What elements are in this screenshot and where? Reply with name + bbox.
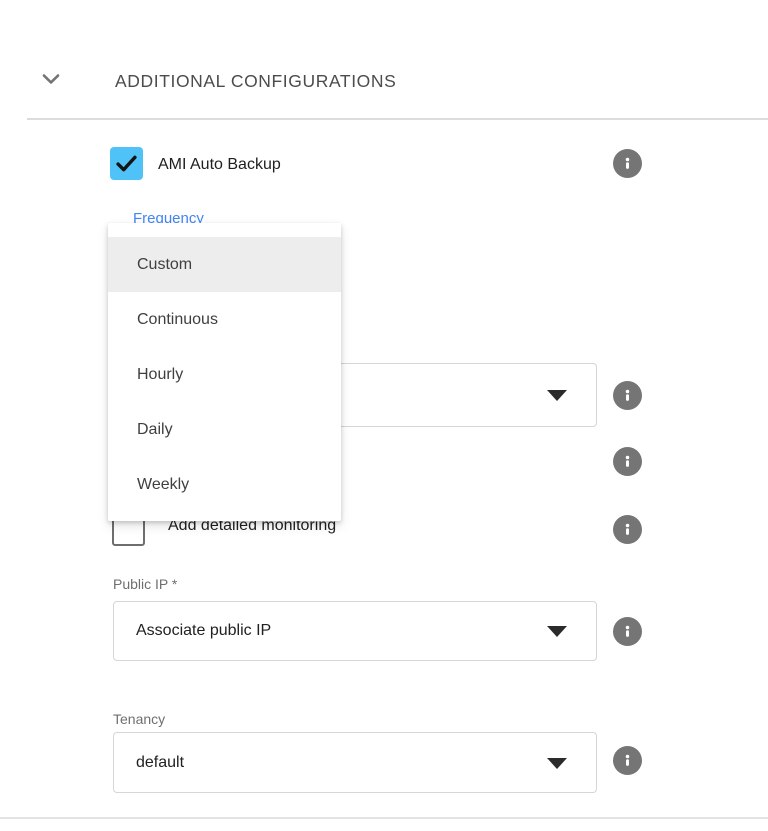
section-title: ADDITIONAL CONFIGURATIONS bbox=[115, 71, 396, 91]
info-icon-hidden-row[interactable] bbox=[613, 447, 642, 476]
menu-item-custom[interactable]: Custom bbox=[108, 237, 341, 292]
public-ip-field-label: Public IP * bbox=[113, 575, 177, 593]
menu-item-daily[interactable]: Daily bbox=[108, 402, 341, 457]
menu-item-continuous[interactable]: Continuous bbox=[108, 292, 341, 347]
section-divider bbox=[27, 118, 768, 120]
tenancy-select[interactable]: default bbox=[113, 732, 597, 793]
public-ip-select[interactable]: Associate public IP bbox=[113, 601, 597, 661]
triangle-down-icon bbox=[547, 758, 567, 769]
ami-auto-backup-checkbox[interactable] bbox=[110, 147, 143, 180]
info-icon-tenancy[interactable] bbox=[613, 746, 642, 775]
section-collapse-chevron-button[interactable] bbox=[38, 66, 64, 92]
menu-item-weekly[interactable]: Weekly bbox=[108, 457, 341, 512]
additional-configurations-panel: ADDITIONAL CONFIGURATIONS AMI Auto Backu… bbox=[0, 0, 768, 831]
bottom-divider bbox=[0, 817, 768, 819]
frequency-dropdown-menu: Custom Continuous Hourly Daily Weekly bbox=[108, 223, 341, 521]
tenancy-field-label: Tenancy bbox=[113, 710, 165, 728]
info-icon-ami-auto-backup[interactable] bbox=[613, 149, 642, 178]
menu-item-hourly[interactable]: Hourly bbox=[108, 347, 341, 402]
ami-auto-backup-label: AMI Auto Backup bbox=[158, 155, 281, 175]
triangle-down-icon bbox=[547, 626, 567, 637]
info-icon-frequency[interactable] bbox=[613, 381, 642, 410]
info-icon-public-ip[interactable] bbox=[613, 617, 642, 646]
triangle-down-icon bbox=[547, 390, 567, 401]
public-ip-select-value: Associate public IP bbox=[136, 622, 271, 640]
chevron-down-icon bbox=[38, 79, 64, 96]
info-icon-detailed-monitoring[interactable] bbox=[613, 515, 642, 544]
tenancy-select-value: default bbox=[136, 754, 184, 772]
